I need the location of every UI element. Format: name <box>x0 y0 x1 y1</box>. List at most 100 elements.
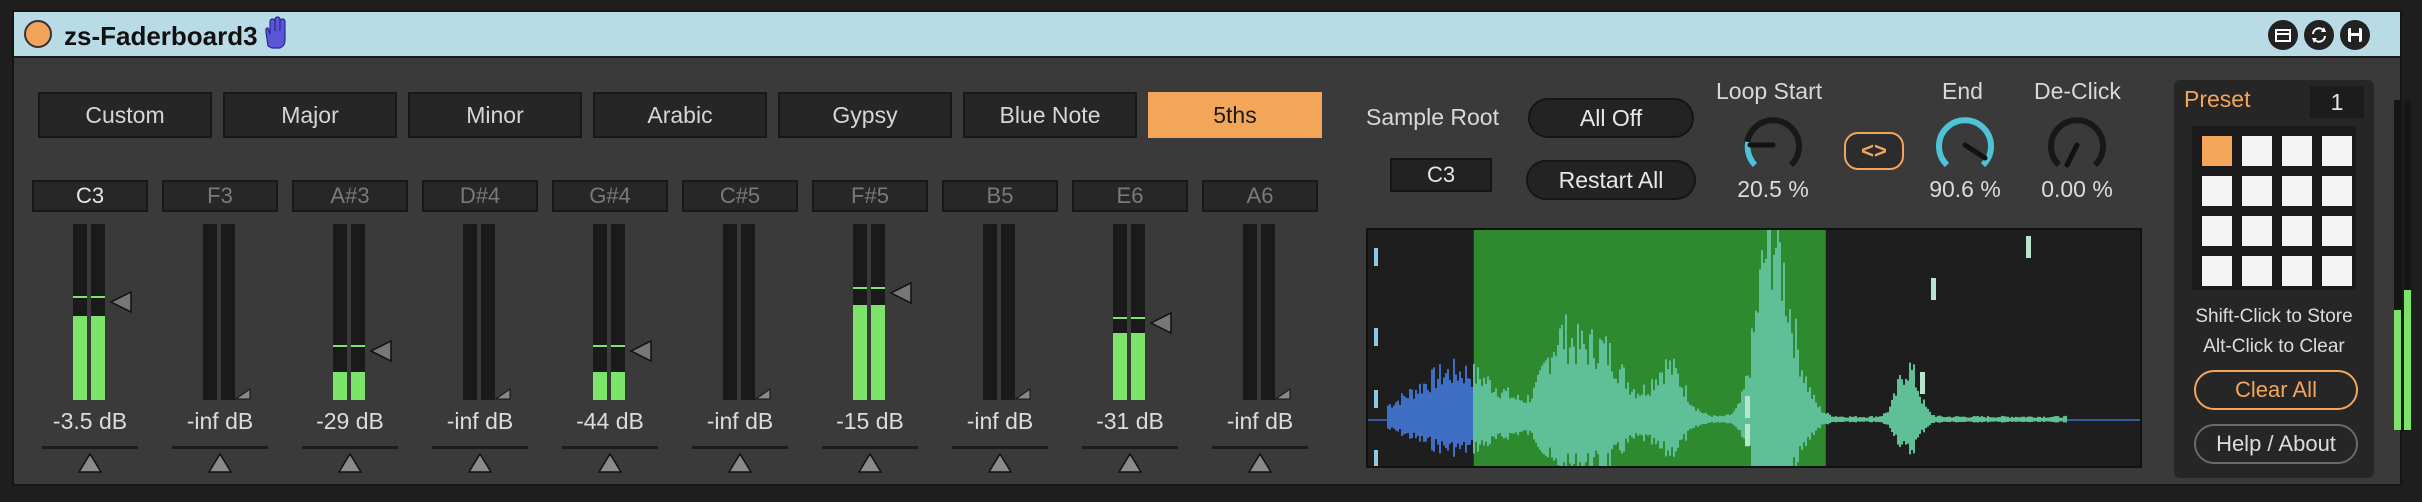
meter-peak-marker <box>91 296 105 298</box>
preset-slot[interactable] <box>2322 256 2352 286</box>
loop-end-knob[interactable] <box>1930 110 2000 180</box>
channel-trim-handle-icon[interactable] <box>987 452 1013 474</box>
channel-note-field[interactable]: E6 <box>1072 180 1188 212</box>
channel-trim-track <box>822 446 918 449</box>
channel-level-meter[interactable] <box>1113 224 1172 400</box>
all-off-button[interactable]: All Off <box>1528 98 1694 138</box>
preset-slot[interactable] <box>2242 176 2272 206</box>
preset-number-field[interactable]: 1 <box>2310 86 2364 118</box>
channel-db-readout: -inf dB <box>1226 408 1294 434</box>
channel-note-field[interactable]: G#4 <box>552 180 668 212</box>
fader-handle-icon[interactable] <box>495 388 511 400</box>
channel-trim-handle-icon[interactable] <box>597 452 623 474</box>
channel-level-meter[interactable] <box>593 224 652 400</box>
scale-button-5ths[interactable]: 5ths <box>1148 92 1322 138</box>
preset-slot[interactable] <box>2282 216 2312 246</box>
preset-slot[interactable] <box>2242 136 2272 166</box>
channel-level-meter[interactable] <box>983 224 1031 400</box>
channel-trim-handle-icon[interactable] <box>1247 452 1273 474</box>
channel-note-field[interactable]: F3 <box>162 180 278 212</box>
channel-note-field[interactable]: B5 <box>942 180 1058 212</box>
meter-fill <box>73 316 87 400</box>
scale-button-major[interactable]: Major <box>223 92 397 138</box>
preset-slot[interactable] <box>2282 256 2312 286</box>
hand-icon <box>265 16 286 49</box>
meter-fill <box>91 316 105 400</box>
preset-grid <box>2192 126 2356 290</box>
fader-handle-icon[interactable] <box>629 339 653 363</box>
meter-peak-marker <box>351 345 365 347</box>
fader-handle-icon[interactable] <box>109 290 133 314</box>
channel-note-field[interactable]: C#5 <box>682 180 798 212</box>
restart-all-button[interactable]: Restart All <box>1526 160 1696 200</box>
channel-level-meter[interactable] <box>73 224 132 400</box>
channel-trim-handle-icon[interactable] <box>1117 452 1143 474</box>
channel-trim-handle-icon[interactable] <box>337 452 363 474</box>
sample-root-field[interactable]: C3 <box>1390 158 1492 192</box>
preset-slot[interactable] <box>2202 136 2232 166</box>
view-toggle-icon[interactable] <box>2268 20 2298 50</box>
fader-handle-icon[interactable] <box>889 281 913 305</box>
meter-peak-marker <box>1131 317 1145 319</box>
preset-slot[interactable] <box>2242 216 2272 246</box>
channel-note-field[interactable]: A6 <box>1202 180 1318 212</box>
channel-trim-handle-icon[interactable] <box>727 452 753 474</box>
preset-slot[interactable] <box>2242 256 2272 286</box>
channel-trim-handle-icon[interactable] <box>467 452 493 474</box>
meter-peak-marker <box>853 287 867 289</box>
preset-slot[interactable] <box>2202 256 2232 286</box>
channel-note-field[interactable]: F#5 <box>812 180 928 212</box>
hot-swap-icon[interactable] <box>2304 20 2334 50</box>
swap-loop-button[interactable]: <> <box>1844 132 1904 170</box>
meter-column <box>871 224 885 400</box>
channel-trim-track <box>952 446 1048 449</box>
scale-button-blue-note[interactable]: Blue Note <box>963 92 1137 138</box>
channel-level-meter[interactable] <box>723 224 771 400</box>
channel-level-meter[interactable] <box>1243 224 1291 400</box>
channel-trim-handle-icon[interactable] <box>857 452 883 474</box>
channel-level-meter[interactable] <box>463 224 511 400</box>
channel-level-meter[interactable] <box>203 224 251 400</box>
channel-level-meter[interactable] <box>853 224 912 400</box>
clear-all-button[interactable]: Clear All <box>2194 370 2358 410</box>
waveform-display[interactable] <box>1366 228 2142 468</box>
scale-button-arabic[interactable]: Arabic <box>593 92 767 138</box>
meter-column <box>983 224 997 400</box>
fader-handle-icon[interactable] <box>369 339 393 363</box>
fader-handle-icon[interactable] <box>755 388 771 400</box>
preset-slot[interactable] <box>2322 136 2352 166</box>
device-title-bar[interactable]: zs-Faderboard3 <box>14 12 2400 58</box>
preset-slot[interactable] <box>2282 136 2312 166</box>
fader-handle-icon[interactable] <box>1015 388 1031 400</box>
preset-slot[interactable] <box>2322 176 2352 206</box>
device-power-button[interactable] <box>24 20 52 48</box>
preset-slot[interactable] <box>2322 216 2352 246</box>
preset-slot[interactable] <box>2202 216 2232 246</box>
preset-slot[interactable] <box>2202 176 2232 206</box>
scale-button-gypsy[interactable]: Gypsy <box>778 92 952 138</box>
fader-handle-icon[interactable] <box>1275 388 1291 400</box>
meter-column <box>221 224 235 400</box>
channel-note-field[interactable]: A#3 <box>292 180 408 212</box>
channel-level-meter[interactable] <box>333 224 392 400</box>
declick-label: De-Click <box>2034 78 2121 104</box>
channel-db-readout: -inf dB <box>706 408 774 434</box>
scale-button-custom[interactable]: Custom <box>38 92 212 138</box>
channel-trim-handle-icon[interactable] <box>77 452 103 474</box>
channel-note-field[interactable]: C3 <box>32 180 148 212</box>
meter-peak-marker <box>1113 317 1127 319</box>
preset-slot[interactable] <box>2282 176 2312 206</box>
scale-button-minor[interactable]: Minor <box>408 92 582 138</box>
channel-trim-handle-icon[interactable] <box>207 452 233 474</box>
fader-handle-icon[interactable] <box>235 388 251 400</box>
store-hint: Shift-Click to Store <box>2195 306 2353 327</box>
meter-fill <box>853 305 867 400</box>
save-preset-icon[interactable] <box>2340 20 2370 50</box>
channel-note-field[interactable]: D#4 <box>422 180 538 212</box>
fader-handle-icon[interactable] <box>1149 311 1173 335</box>
sample-root-label: Sample Root <box>1366 104 1499 130</box>
help-about-button[interactable]: Help / About <box>2194 424 2358 464</box>
channel-db-readout: -31 dB <box>1096 408 1164 434</box>
loop-start-knob[interactable] <box>1738 110 1808 180</box>
declick-knob[interactable] <box>2042 110 2112 180</box>
